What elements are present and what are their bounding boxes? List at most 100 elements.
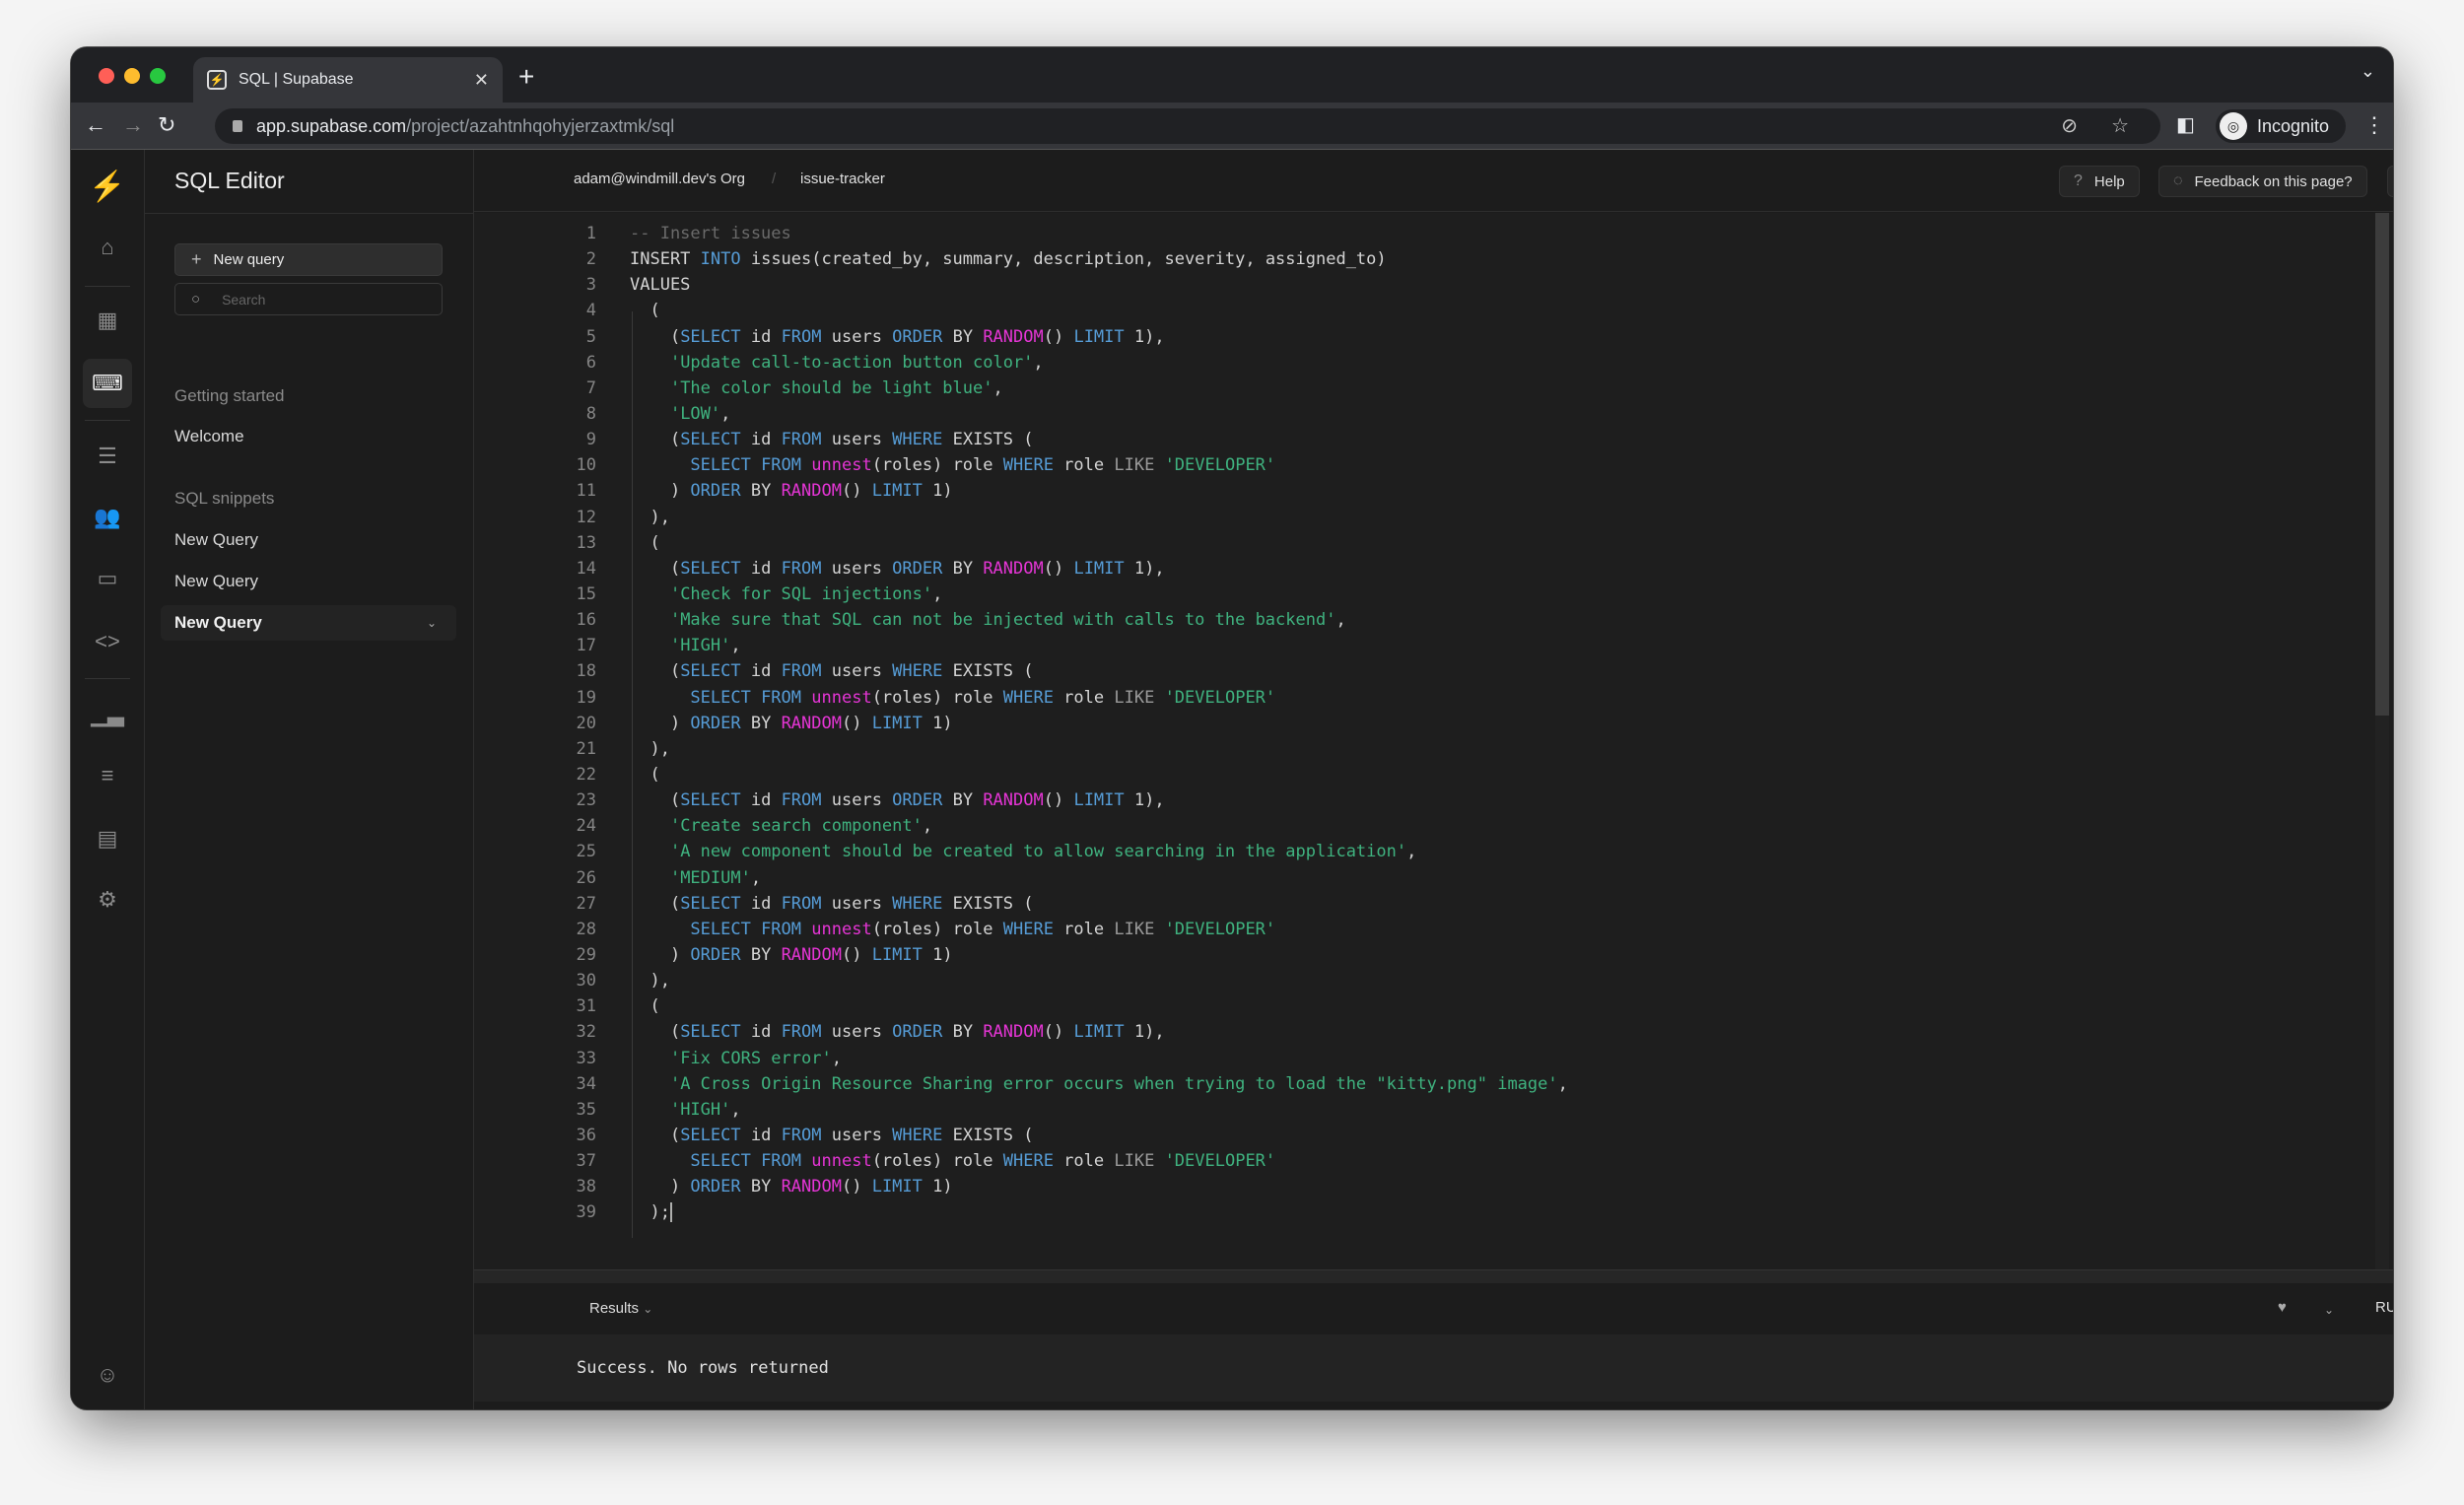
new-query-button[interactable]: + New query: [174, 243, 443, 276]
close-tab-icon[interactable]: ✕: [474, 70, 489, 91]
token-text: 1): [922, 944, 953, 965]
token-keyword: LIMIT: [1073, 1022, 1125, 1043]
main-panel: adam@windmill.dev's Org / issue-tracker …: [474, 150, 2393, 1409]
tab-search-chevron-icon[interactable]: ⌄: [2361, 61, 2375, 82]
results-tab[interactable]: Results ⌄: [589, 1300, 652, 1317]
line-number: 9: [585, 430, 596, 450]
breadcrumb-org[interactable]: adam@windmill.dev's Org: [574, 171, 745, 187]
token-text: (): [1043, 558, 1074, 579]
reports-icon[interactable]: ▁▃: [83, 690, 132, 739]
snippet-item[interactable]: New Query: [174, 572, 258, 591]
code-icon[interactable]: <>: [83, 617, 132, 666]
users-icon[interactable]: 👥: [83, 493, 132, 542]
token-text: (roles) role: [871, 687, 1003, 708]
editor-scrollbar[interactable]: [2375, 213, 2389, 1269]
token-keyword: SELECT: [680, 326, 741, 347]
home-icon[interactable]: ⌂: [83, 223, 132, 272]
token-text: ,: [831, 1048, 842, 1068]
star-icon[interactable]: ☆: [2111, 113, 2129, 138]
token-keyword: FROM: [781, 558, 822, 579]
line-number: 7: [585, 377, 596, 398]
token-keyword: SELECT: [680, 430, 741, 450]
minimize-window-button[interactable]: [124, 68, 140, 84]
token-text: role: [1053, 1151, 1115, 1172]
token-text: issues(created_by, summary, description,…: [740, 249, 1387, 270]
token-text: id: [740, 326, 782, 347]
url-input[interactable]: app.supabase.com /project/azahtnhqohyjer…: [215, 108, 2160, 144]
eye-off-icon[interactable]: ⊘: [2061, 113, 2078, 138]
panel-resize-handle[interactable]: [474, 1269, 2393, 1283]
database-icon[interactable]: ☰: [83, 432, 132, 481]
sql-code-editor[interactable]: 1 -- Insert issues 2 INSERT INTO issues(cre…: [474, 213, 2393, 1269]
docs-icon[interactable]: ▤: [83, 814, 132, 863]
help-icon: ?: [2074, 172, 2083, 189]
chevron-down-icon[interactable]: ⌄: [427, 616, 437, 630]
token-keyword: SELECT: [680, 1022, 741, 1043]
run-options-chevron-icon[interactable]: ⌄: [2324, 1303, 2334, 1317]
forward-icon[interactable]: →: [122, 112, 144, 138]
code-text: 'A Cross Origin Resource Sharing error o…: [630, 1071, 1568, 1097]
incognito-icon: ◎: [2220, 112, 2247, 140]
token-keyword: FROM: [781, 326, 822, 347]
token-text: EXISTS (: [942, 893, 1034, 914]
breadcrumb-project[interactable]: issue-tracker: [800, 171, 885, 187]
code-text: 'Create search component',: [630, 813, 932, 839]
token-text: 1): [922, 713, 953, 733]
tab-strip: ⚡ SQL | Supabase ✕ + ⌄: [71, 47, 2393, 103]
browser-tab[interactable]: ⚡ SQL | Supabase ✕: [193, 57, 503, 103]
storage-icon[interactable]: ▭: [83, 554, 132, 603]
reload-icon[interactable]: ↻: [158, 112, 175, 138]
help-button[interactable]: ? Help: [2059, 166, 2140, 197]
profile-button[interactable]: ◎ Incognito: [2216, 109, 2346, 143]
token-text: (): [841, 481, 872, 502]
getting-started-heading: Getting started: [174, 386, 285, 405]
token-text: 1): [922, 481, 953, 502]
token-text: ,: [750, 867, 762, 888]
back-icon[interactable]: ←: [85, 112, 106, 138]
logs-icon[interactable]: ≡: [83, 751, 132, 800]
line-number: 23: [576, 790, 596, 811]
token-keyword: WHERE: [892, 661, 943, 682]
close-window-button[interactable]: [99, 68, 114, 84]
token-function: RANDOM: [983, 326, 1044, 347]
supabase-logo-icon[interactable]: ⚡: [83, 162, 132, 211]
run-button[interactable]: RUN: [2375, 1299, 2393, 1316]
settings-icon[interactable]: ⚙: [83, 875, 132, 924]
scrollbar-thumb[interactable]: [2375, 213, 2389, 716]
account-icon[interactable]: ☺: [83, 1350, 132, 1400]
line-number: 10: [576, 455, 596, 476]
result-message: Success. No rows returned: [474, 1334, 2393, 1402]
token-text: ,: [932, 583, 943, 604]
table-editor-icon[interactable]: ▦: [83, 296, 132, 345]
token-string: 'A Cross Origin Resource Sharing error o…: [669, 1073, 1558, 1094]
token-keyword: LIMIT: [1073, 558, 1125, 579]
snippet-item[interactable]: New Query: [174, 530, 258, 550]
sql-editor-icon[interactable]: ⌨: [83, 359, 132, 408]
line-number: 25: [576, 842, 596, 862]
token-function: RANDOM: [781, 481, 842, 502]
token-text: (: [630, 430, 681, 450]
token-keyword: FROM: [781, 430, 822, 450]
code-text: (SELECT id FROM users ORDER BY RANDOM() …: [630, 787, 1165, 813]
browser-menu-icon[interactable]: ⋮: [2363, 112, 2385, 138]
token-operator: LIKE: [1114, 919, 1155, 939]
sidebar-item-welcome[interactable]: Welcome: [174, 427, 244, 446]
favorite-heart-icon[interactable]: ♥: [2278, 1299, 2287, 1316]
search-input[interactable]: ○ Search: [174, 283, 443, 315]
url-path: /project/azahtnhqohyjerzaxtmk/sql: [406, 115, 675, 136]
token-keyword: LIMIT: [1073, 326, 1125, 347]
side-panel-icon[interactable]: ◧: [2176, 112, 2195, 137]
token-keyword: WHERE: [1002, 1151, 1054, 1172]
token-text: 1),: [1124, 1022, 1165, 1043]
snippet-item-active[interactable]: New Query ⌄: [161, 605, 456, 641]
maximize-window-button[interactable]: [150, 68, 166, 84]
line-number: 35: [576, 1099, 596, 1120]
token-text: (): [841, 1177, 872, 1197]
feedback-button[interactable]: ◌ Feedback on this page?: [2158, 166, 2367, 197]
notifications-button[interactable]: 🔔︎: [2387, 166, 2393, 197]
new-tab-icon[interactable]: +: [518, 61, 534, 93]
code-text: SELECT FROM unnest(roles) role WHERE rol…: [630, 685, 1275, 711]
